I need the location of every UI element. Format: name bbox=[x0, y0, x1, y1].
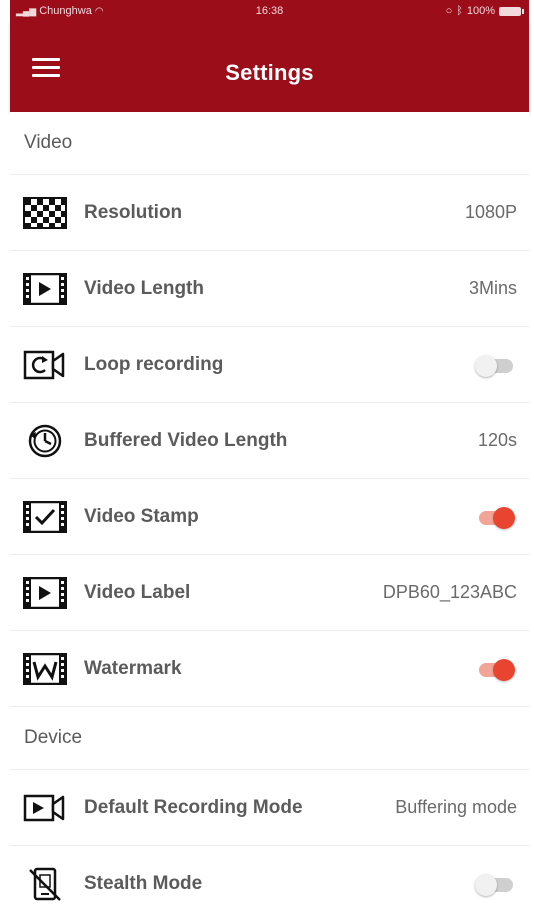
video-stamp-toggle[interactable] bbox=[475, 505, 515, 529]
setting-label: Resolution bbox=[84, 201, 183, 223]
setting-label: Watermark bbox=[84, 657, 182, 679]
setting-row-watermark: Watermark bbox=[10, 631, 529, 707]
film-play-icon bbox=[22, 271, 68, 307]
carrier-name: Chunghwa bbox=[39, 5, 92, 17]
setting-value: Buffering mode bbox=[395, 797, 517, 817]
setting-label: Stealth Mode bbox=[84, 873, 203, 894]
film-w-icon bbox=[22, 651, 68, 687]
toggle-knob bbox=[475, 874, 497, 896]
toggle-knob bbox=[493, 658, 515, 681]
setting-label: Video Length bbox=[84, 277, 204, 299]
setting-value: 3Mins bbox=[468, 278, 517, 298]
setting-label: Default Recording Mode bbox=[84, 796, 303, 818]
battery-percent: 100% bbox=[466, 5, 495, 17]
setting-value: 1080P bbox=[464, 202, 517, 222]
no-phone-icon bbox=[22, 866, 68, 902]
setting-label: Buffered Video Length bbox=[84, 429, 288, 451]
page-title: Settings bbox=[225, 60, 314, 85]
video-camera-icon bbox=[22, 790, 68, 826]
status-bar: ▂▄▆ Chunghwa ◠ 16:38 ○ ᛒ 100% bbox=[10, 0, 529, 22]
setting-row-default-recording-mode[interactable]: Default Recording Mode Buffering mode bbox=[10, 770, 529, 846]
carrier-info: ▂▄▆ Chunghwa ◠ bbox=[16, 5, 446, 17]
settings-list: Video Resolution 1080P Video Length 3Min… bbox=[10, 112, 529, 922]
clock-back-icon bbox=[22, 423, 68, 459]
setting-row-resolution[interactable]: Resolution 1080P bbox=[10, 175, 529, 251]
loop-camera-icon bbox=[22, 347, 68, 383]
loop-recording-toggle[interactable] bbox=[475, 353, 515, 377]
film-play-icon bbox=[22, 575, 68, 611]
section-header-device: Device bbox=[10, 707, 529, 770]
toggle-knob bbox=[475, 354, 497, 377]
section-header-video: Video bbox=[10, 112, 529, 175]
setting-row-video-label[interactable]: Video Label DPB60_123ABC bbox=[10, 555, 529, 631]
setting-value: DPB60_123ABC bbox=[382, 582, 517, 602]
setting-label: Video Stamp bbox=[84, 505, 199, 527]
wifi-icon: ◠ bbox=[94, 5, 104, 17]
setting-row-loop-recording: Loop recording bbox=[10, 327, 529, 403]
stealth-mode-toggle[interactable] bbox=[475, 872, 515, 896]
battery-icon bbox=[499, 6, 524, 16]
setting-row-video-stamp: Video Stamp bbox=[10, 479, 529, 555]
bluetooth-icon: ᛒ bbox=[456, 5, 463, 17]
watermark-toggle[interactable] bbox=[475, 657, 515, 681]
setting-row-stealth-mode: Stealth Mode bbox=[10, 846, 529, 922]
film-check-icon bbox=[22, 499, 68, 535]
toggle-knob bbox=[493, 506, 515, 529]
checkerboard-icon bbox=[22, 195, 68, 231]
status-right: ○ ᛒ 100% bbox=[445, 5, 524, 17]
setting-row-video-length[interactable]: Video Length 3Mins bbox=[10, 251, 529, 327]
app-bar: Settings bbox=[10, 22, 529, 112]
setting-label: Video Label bbox=[84, 581, 191, 603]
setting-label: Loop recording bbox=[84, 353, 224, 375]
setting-value: 120s bbox=[477, 430, 517, 450]
signal-icon: ▂▄▆ bbox=[16, 5, 37, 16]
alarm-icon: ○ bbox=[445, 5, 453, 17]
setting-row-buffered-video-length[interactable]: Buffered Video Length 120s bbox=[10, 403, 529, 479]
